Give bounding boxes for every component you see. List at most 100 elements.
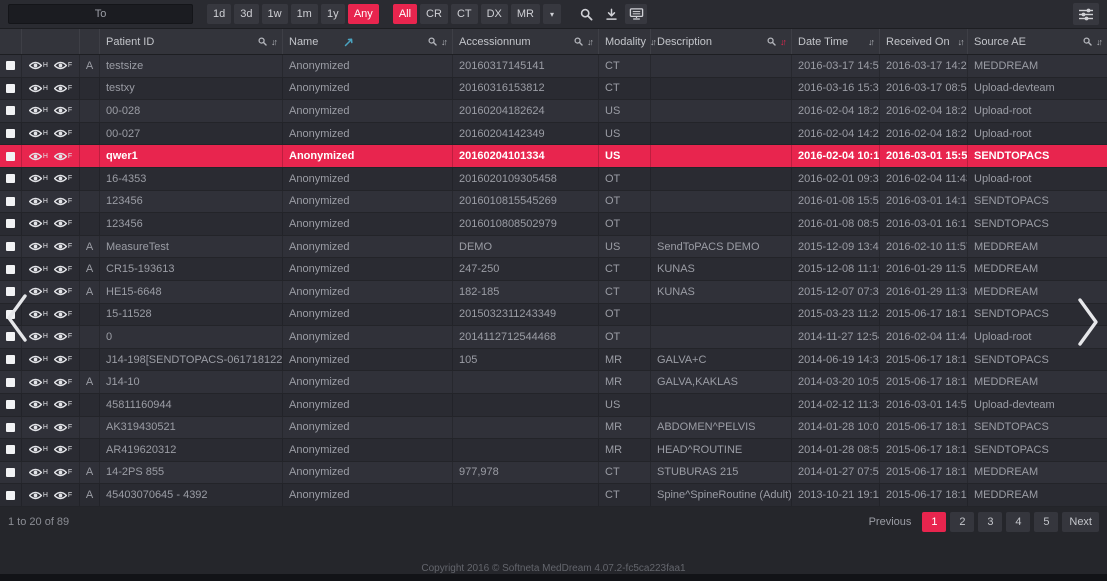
page-button-5[interactable]: 5 [1034, 512, 1058, 532]
view-html-button[interactable]: H [29, 287, 48, 296]
view-html-button[interactable]: H [29, 219, 48, 228]
table-row[interactable]: H F A MeasureTest Anonymized DEMO US Sen… [0, 236, 1107, 259]
range-button-1d[interactable]: 1d [207, 4, 231, 24]
table-row[interactable]: H F 123456 Anonymized 2016010808502979 O… [0, 213, 1107, 236]
page-button-2[interactable]: 2 [950, 512, 974, 532]
row-checkbox[interactable] [6, 423, 15, 432]
sort-icon[interactable]: ↓↑ [271, 37, 276, 47]
header-description[interactable]: Description ↓↑ [651, 29, 792, 54]
row-checkbox[interactable] [6, 152, 15, 161]
header-patient-id[interactable]: Patient ID ↓↑ [100, 29, 283, 54]
row-checkbox[interactable] [6, 84, 15, 93]
header-modality[interactable]: Modality ↓↑ [599, 29, 651, 54]
row-checkbox[interactable] [6, 61, 15, 70]
sort-icon[interactable]: ↓↑ [441, 37, 446, 47]
search-button[interactable] [575, 4, 597, 24]
header-date-time[interactable]: Date Time ↓↑ [792, 29, 880, 54]
modality-button-mr[interactable]: MR [511, 4, 540, 24]
view-html-button[interactable]: H [29, 332, 48, 341]
table-row[interactable]: H F 00-027 Anonymized 20160204142349 US … [0, 123, 1107, 146]
pacs-devices-button[interactable] [625, 4, 647, 24]
table-row[interactable]: H F AK319430521 Anonymized MR ABDOMEN^PE… [0, 417, 1107, 440]
header-source-ae[interactable]: Source AE ↓↑ [968, 29, 1107, 54]
previous-button[interactable]: Previous [862, 512, 919, 532]
sort-icon[interactable]: ↓↑ [1096, 37, 1101, 47]
table-row[interactable]: H F 0 Anonymized 2014112712544468 OT 201… [0, 326, 1107, 349]
row-checkbox[interactable] [6, 468, 15, 477]
table-row[interactable]: H F qwer1 Anonymized 20160204101334 US 2… [0, 145, 1107, 168]
view-flash-button[interactable]: F [54, 61, 72, 70]
table-row[interactable]: H F 123456 Anonymized 2016010815545269 O… [0, 191, 1107, 214]
table-row[interactable]: H F A 45403070645 - 4392 Anonymized CT S… [0, 484, 1107, 507]
view-html-button[interactable]: H [29, 445, 48, 454]
view-flash-button[interactable]: F [54, 332, 72, 341]
table-row[interactable]: H F A CR15-193613 Anonymized 247-250 CT … [0, 258, 1107, 281]
search-icon[interactable] [574, 37, 583, 46]
settings-button[interactable] [1073, 3, 1099, 25]
view-html-button[interactable]: H [29, 400, 48, 409]
table-row[interactable]: H F A J14-10 Anonymized MR GALVA,KAKLAS … [0, 371, 1107, 394]
table-row[interactable]: H F 15-11528 Anonymized 2015032311243349… [0, 304, 1107, 327]
search-icon[interactable] [258, 37, 267, 46]
row-checkbox[interactable] [6, 242, 15, 251]
view-flash-button[interactable]: F [54, 355, 72, 364]
view-flash-button[interactable]: F [54, 400, 72, 409]
view-html-button[interactable]: H [29, 197, 48, 206]
table-row[interactable]: H F J14-198[SENDTOPACS-0617181225] Anony… [0, 349, 1107, 372]
view-flash-button[interactable]: F [54, 310, 72, 319]
search-icon[interactable] [428, 37, 437, 46]
row-checkbox[interactable] [6, 174, 15, 183]
modality-button-ct[interactable]: CT [451, 4, 478, 24]
modality-button-cr[interactable]: CR [420, 4, 448, 24]
row-checkbox[interactable] [6, 378, 15, 387]
sort-icon[interactable]: ↓↑ [958, 37, 963, 47]
table-row[interactable]: H F A HE15-6648 Anonymized 182-185 CT KU… [0, 281, 1107, 304]
more-modalities-button[interactable]: ▾ [543, 4, 561, 24]
view-html-button[interactable]: H [29, 84, 48, 93]
view-flash-button[interactable]: F [54, 445, 72, 454]
page-button-4[interactable]: 4 [1006, 512, 1030, 532]
header-received-on[interactable]: Received On ↓↑ [880, 29, 968, 54]
pin-icon[interactable] [344, 37, 354, 47]
sort-icon[interactable]: ↓↑ [587, 37, 592, 47]
previous-page-chevron[interactable] [2, 292, 30, 344]
header-name[interactable]: Name ↓↑ [283, 29, 453, 54]
row-checkbox[interactable] [6, 197, 15, 206]
row-checkbox[interactable] [6, 400, 15, 409]
next-page-chevron[interactable] [1075, 296, 1103, 348]
search-icon[interactable] [767, 37, 776, 46]
view-html-button[interactable]: H [29, 152, 48, 161]
search-icon[interactable] [1083, 37, 1092, 46]
table-row[interactable]: H F 45811160944 Anonymized US 2014-02-12… [0, 394, 1107, 417]
page-button-1[interactable]: 1 [922, 512, 946, 532]
view-html-button[interactable]: H [29, 355, 48, 364]
row-checkbox[interactable] [6, 445, 15, 454]
view-html-button[interactable]: H [29, 242, 48, 251]
header-accession[interactable]: Accessionnum ↓↑ [453, 29, 599, 54]
view-html-button[interactable]: H [29, 106, 48, 115]
view-html-button[interactable]: H [29, 310, 48, 319]
view-flash-button[interactable]: F [54, 491, 72, 500]
table-row[interactable]: H F A testsize Anonymized 20160317145141… [0, 55, 1107, 78]
view-flash-button[interactable]: F [54, 174, 72, 183]
table-row[interactable]: H F 00-028 Anonymized 20160204182624 US … [0, 100, 1107, 123]
range-button-3d[interactable]: 3d [234, 4, 258, 24]
view-flash-button[interactable]: F [54, 242, 72, 251]
row-checkbox[interactable] [6, 355, 15, 364]
view-flash-button[interactable]: F [54, 423, 72, 432]
view-flash-button[interactable]: F [54, 84, 72, 93]
range-button-any[interactable]: Any [348, 4, 379, 24]
date-range-input[interactable] [8, 4, 193, 24]
view-flash-button[interactable]: F [54, 468, 72, 477]
view-html-button[interactable]: H [29, 491, 48, 500]
row-checkbox[interactable] [6, 219, 15, 228]
table-row[interactable]: H F 16-4353 Anonymized 2016020109305458 … [0, 168, 1107, 191]
range-button-1y[interactable]: 1y [321, 4, 345, 24]
sort-icon-active[interactable]: ↓↑ [780, 37, 785, 47]
view-flash-button[interactable]: F [54, 152, 72, 161]
view-html-button[interactable]: H [29, 129, 48, 138]
table-row[interactable]: H F AR419620312 Anonymized MR HEAD^ROUTI… [0, 439, 1107, 462]
download-button[interactable] [600, 4, 622, 24]
view-html-button[interactable]: H [29, 468, 48, 477]
view-flash-button[interactable]: F [54, 265, 72, 274]
